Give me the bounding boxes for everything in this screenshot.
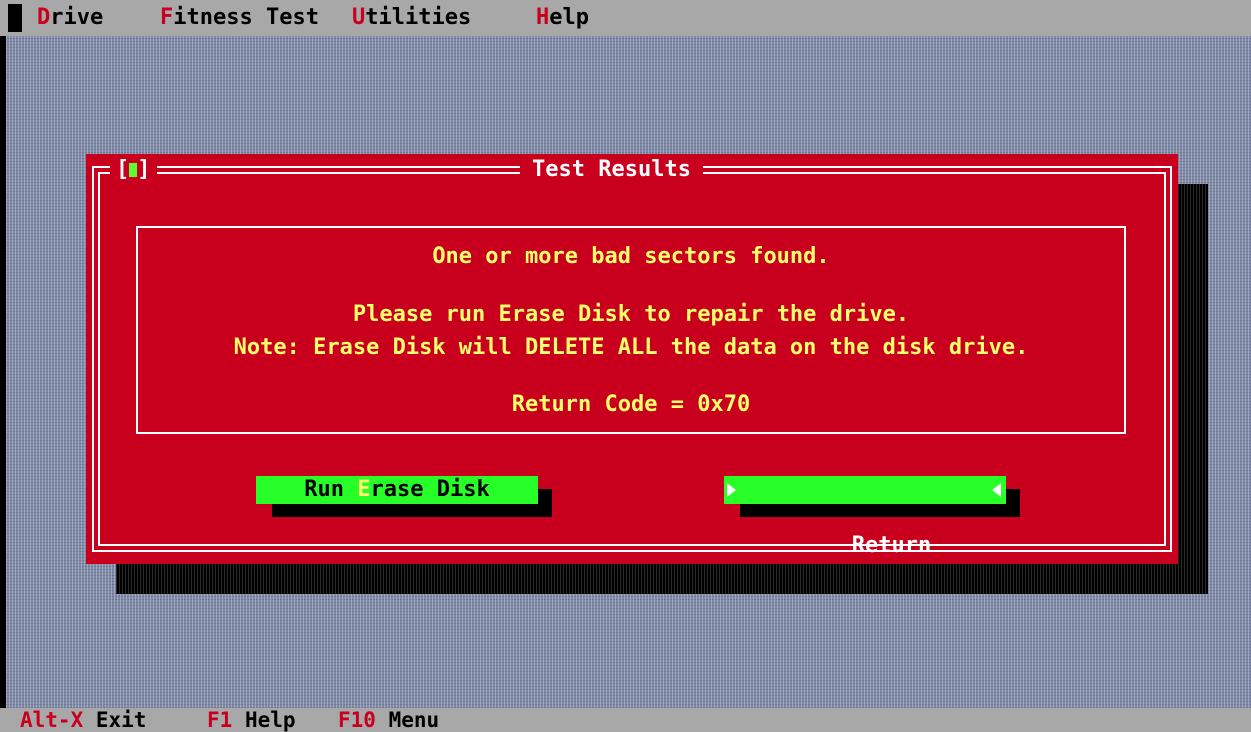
close-bracket-right: ]	[137, 157, 151, 182]
run-erase-prefix: Run	[304, 477, 358, 502]
menu-fitness-test[interactable]: Fitness Test	[160, 0, 319, 36]
test-results-dialog: [] Test Results One or more bad sectors …	[86, 154, 1178, 564]
menu-utilities[interactable]: Utilities	[352, 0, 471, 36]
run-erase-hotkey: E	[357, 477, 371, 502]
menu-utilities-hotkey: U	[352, 5, 366, 30]
status-help-key: F1	[207, 708, 233, 732]
menu-fitness-test-hotkey: F	[160, 5, 174, 30]
menu-drive-label: rive	[50, 5, 104, 30]
menu-help-hotkey: H	[536, 5, 550, 30]
dialog-title: Test Results	[520, 156, 703, 184]
menu-cursor-block	[8, 4, 22, 32]
selection-left-arrow-icon	[992, 483, 1001, 497]
return-button[interactable]: Return	[724, 476, 1006, 558]
close-button[interactable]: []	[110, 156, 157, 184]
message-return-code: Return Code = 0x70	[511, 392, 751, 417]
return-button-label: Return	[851, 533, 932, 558]
close-bracket-left: [	[116, 157, 130, 182]
status-exit-key: Alt-X	[20, 708, 84, 732]
status-exit-label: Exit	[83, 708, 147, 732]
status-menu[interactable]: F10 Menu	[338, 708, 439, 732]
menu-help-label: elp	[549, 5, 589, 30]
status-exit[interactable]: Alt-X Exit	[20, 708, 146, 732]
menu-fitness-test-label: itness Test	[173, 5, 319, 30]
menu-bar: Drive Fitness Test Utilities Help	[0, 0, 1251, 36]
status-menu-key: F10	[338, 708, 376, 732]
selection-right-arrow-icon	[727, 483, 736, 497]
menu-help[interactable]: Help	[536, 0, 589, 36]
run-erase-rest: rase Disk	[370, 477, 490, 502]
message-bad-sectors: One or more bad sectors found.	[432, 244, 830, 269]
run-erase-disk-button[interactable]: Run Erase Disk	[256, 476, 538, 504]
message-note: Note: Erase Disk will DELETE ALL the dat…	[233, 335, 1029, 360]
status-menu-label: Menu	[375, 708, 440, 732]
menu-drive-hotkey: D	[37, 5, 51, 30]
message-box: One or more bad sectors found. Please ru…	[136, 226, 1126, 434]
status-help-label: Help	[232, 708, 296, 732]
menu-utilities-label: tilities	[365, 5, 472, 30]
menu-drive[interactable]: Drive	[37, 0, 103, 36]
status-help[interactable]: F1 Help	[207, 708, 296, 732]
status-bar: Alt-X Exit F1 Help F10 Menu	[0, 708, 1251, 732]
message-run-erase: Please run Erase Disk to repair the driv…	[352, 302, 910, 327]
